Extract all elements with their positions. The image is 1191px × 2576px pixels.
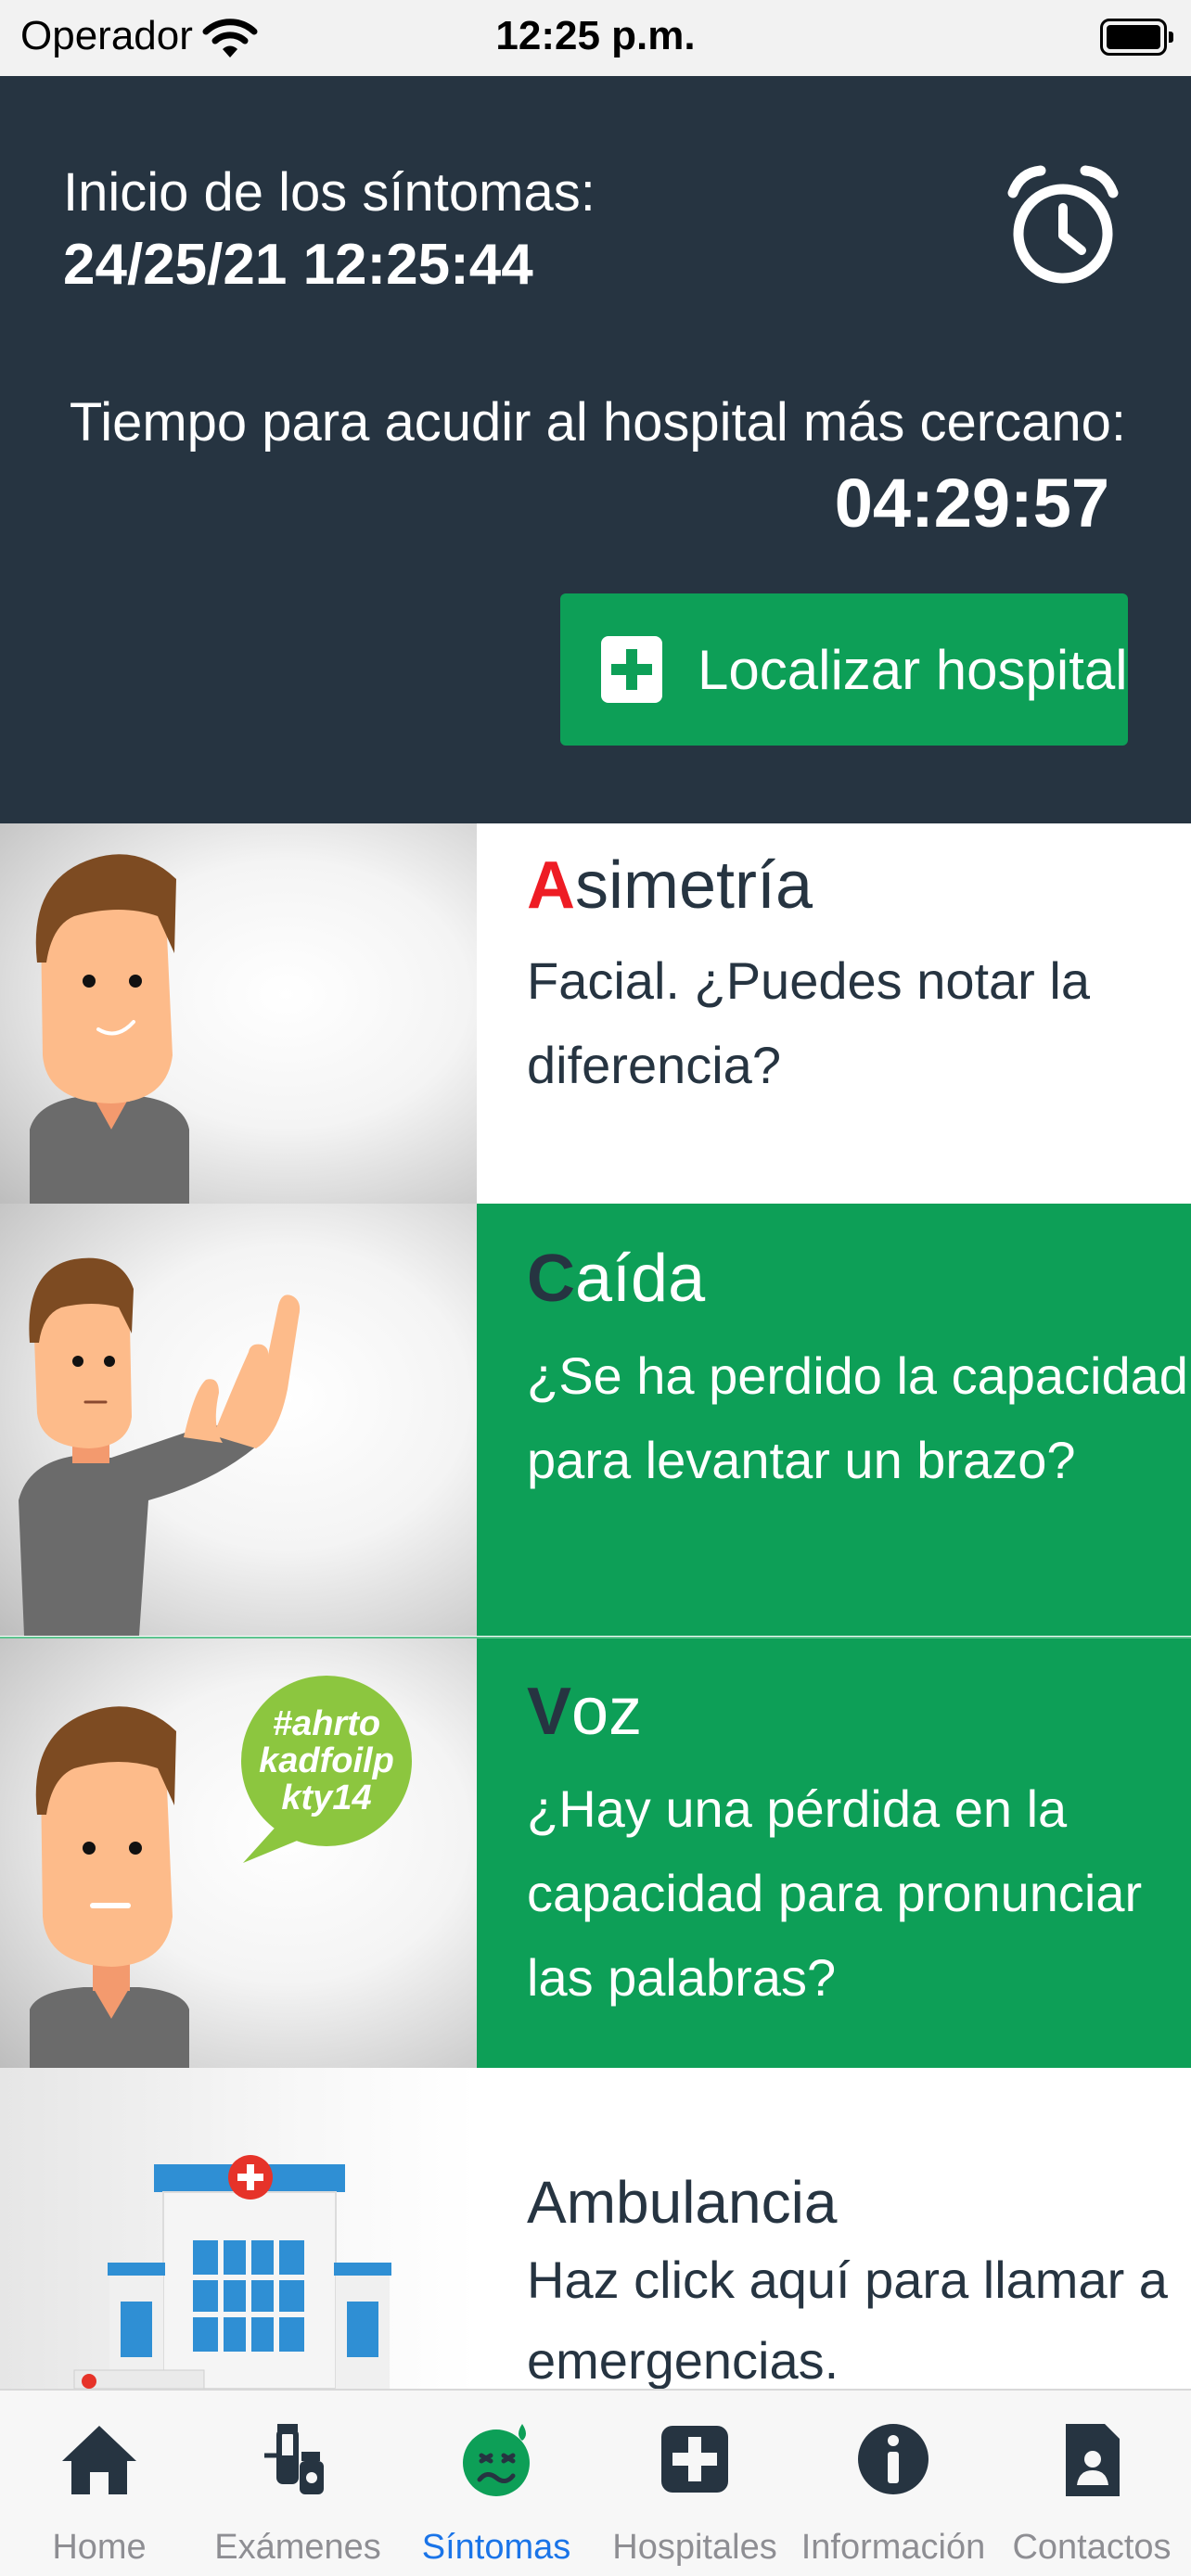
hospital-plus-icon [661,2426,728,2493]
tab-information[interactable]: Información [794,2391,992,2576]
symptom-description: ¿Hay una pérdida en la capacidad para pr… [527,1779,1143,2007]
speech-bubble-line-2: kadfoilp [259,1741,394,1780]
symptom-row-speech[interactable]: #ahrto kadfoilp kty14 Voz ¿Hay una pérdi… [0,1637,1191,2068]
symptom-initial: C [527,1242,575,1316]
asymmetry-illustration [0,823,477,1204]
tab-label: Hospitales [612,2528,777,2567]
symptom-title: Asimetría [527,848,1191,923]
info-icon [858,2424,928,2494]
contact-card-icon [1066,2424,1120,2496]
tab-contacts[interactable]: Contactos [992,2391,1191,2576]
tab-home[interactable]: Home [0,2391,198,2576]
first-aid-icon [601,636,662,703]
onset-label: Inicio de los síntomas: [63,162,596,223]
locate-hospital-button[interactable]: Localizar hospital [560,593,1128,746]
ambulance-description: Haz click aquí para llamar a emergencias… [527,2251,1168,2389]
symptom-title: Voz [527,1675,1191,1749]
tab-label: Exámenes [214,2528,381,2567]
time-to-hospital-label: Tiempo para acudir al hospital más cerca… [69,392,1126,453]
status-time: 12:25 p.m. [495,13,696,58]
symptom-title-rest: simetría [575,848,813,923]
symptom-description: ¿Se ha perdido la capacidad para levanta… [527,1346,1188,1489]
battery-icon [1100,19,1173,56]
speech-illustration: #ahrto kadfoilp kty14 [0,1639,477,2068]
tab-label: Síntomas [421,2528,571,2567]
symptom-row-arm-drop[interactable]: Caída ¿Se ha perdido la capacidad para l… [0,1204,1191,1636]
symptom-title: Caída [527,1242,1191,1316]
speech-bubble-line-3: kty14 [281,1779,371,1817]
home-icon [62,2426,136,2494]
tab-bar: Home Exámenes Síntomas Hospitales Inform… [0,2389,1191,2576]
ambulance-title: Ambulancia [527,2169,838,2236]
call-ambulance-row[interactable]: Ambulancia Haz click aquí para llamar a … [0,2068,1191,2389]
symptom-title-rest: oz [571,1675,643,1749]
symptom-row-asymmetry[interactable]: Asimetría Facial. ¿Puedes notar la difer… [0,823,1191,1204]
arm-drop-illustration [0,1204,477,1636]
symptom-initial: V [527,1675,572,1749]
symptom-timer-panel: Inicio de los síntomas: 24/25/21 12:25:4… [0,76,1191,823]
countdown-timer: 04:29:57 [834,465,1109,542]
hospital-building-illustration [0,2068,477,2389]
tab-label: Información [800,2528,986,2567]
tab-exams[interactable]: Exámenes [198,2391,397,2576]
status-bar: Operador 12:25 p.m. [0,0,1191,76]
symptom-title-rest: aída [575,1242,706,1316]
tab-hospitals[interactable]: Hospitales [596,2391,794,2576]
tab-symptoms[interactable]: Síntomas [397,2391,596,2576]
onset-timestamp: 24/25/21 12:25:44 [63,233,533,297]
tab-label: Home [52,2528,147,2567]
tab-label: Contactos [1012,2528,1172,2567]
sick-face-icon [463,2424,530,2496]
symptom-initial: A [527,848,575,923]
locate-hospital-label: Localizar hospital [698,638,1128,701]
alarm-clock-icon [1007,165,1119,284]
speech-bubble-line-1: #ahrto [273,1704,380,1743]
vials-icon [264,2424,324,2494]
symptom-description: Facial. ¿Puedes notar la diferencia? [527,951,1090,1094]
